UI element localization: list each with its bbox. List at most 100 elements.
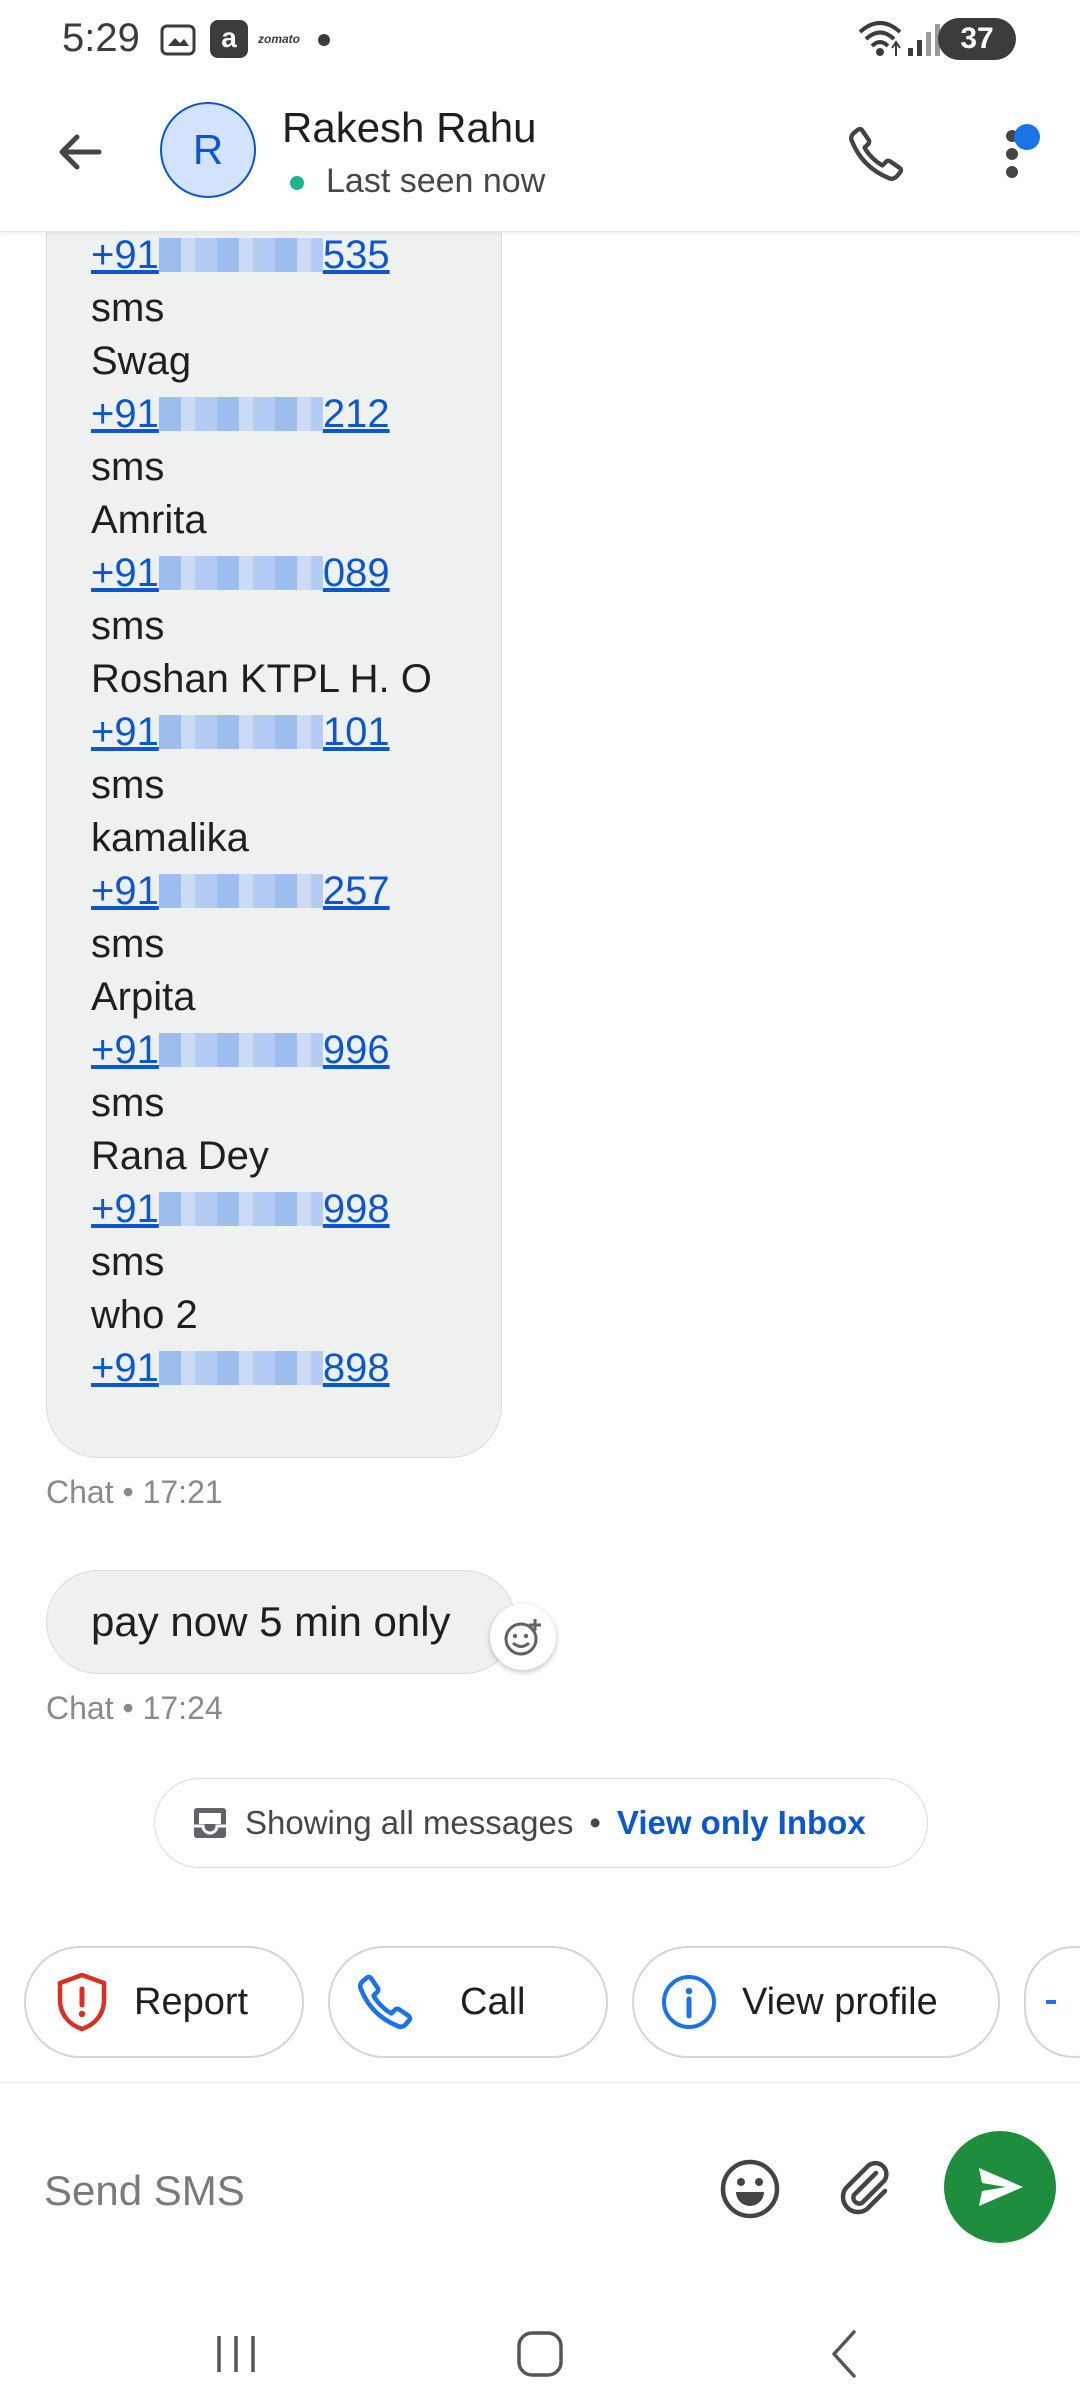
- nav-back-icon: [832, 2330, 856, 2378]
- app-a-notif-icon: a: [210, 20, 248, 58]
- message-filter-banner: Showing all messages • View only Inbox: [154, 1778, 928, 1868]
- message-text-line: sms: [91, 1240, 165, 1284]
- emoji-icon: [720, 2159, 780, 2219]
- send-icon: [979, 2168, 1023, 2206]
- more-options-button[interactable]: [990, 118, 1040, 190]
- phone-prefix: +91: [91, 1028, 159, 1072]
- notification-badge: [1014, 124, 1040, 150]
- conversation-header: R Rakesh Rahu Last seen now: [0, 80, 1080, 232]
- phone-suffix: 535: [322, 233, 390, 277]
- back-button[interactable]: [48, 120, 112, 184]
- last-seen-status: Last seen now: [326, 162, 546, 200]
- message-text-line: Arpita: [91, 975, 196, 1019]
- phone-prefix: +91: [91, 1346, 159, 1390]
- avatar[interactable]: R: [160, 102, 256, 198]
- home-icon: [517, 2331, 563, 2377]
- phone-number-link[interactable]: +91 898: [91, 1342, 501, 1395]
- wifi-icon: [858, 21, 902, 56]
- sms-input[interactable]: [44, 2161, 664, 2221]
- status-time: 5:29: [62, 16, 140, 60]
- view-only-inbox-link[interactable]: View only Inbox: [617, 1804, 866, 1842]
- recent-apps-icon: [217, 2336, 255, 2372]
- phone-prefix: +91: [91, 710, 159, 754]
- phone-suffix: 089: [322, 551, 390, 595]
- short-message-bubble[interactable]: pay now 5 min only: [46, 1570, 516, 1674]
- phone-prefix: +91: [91, 1187, 159, 1231]
- phone-number-link[interactable]: +91 089: [91, 547, 501, 600]
- online-status-dot: [290, 176, 304, 190]
- phone-number-link[interactable]: +91 996: [91, 1024, 501, 1077]
- phone-prefix: +91: [91, 233, 159, 277]
- message-text-line: Rana Dey: [91, 1134, 269, 1178]
- redacted-digits: [158, 238, 323, 272]
- message-composer: [0, 2082, 1080, 2304]
- inbox-icon: [194, 1808, 226, 1838]
- report-chip[interactable]: Report: [24, 1946, 304, 2058]
- more-chip[interactable]: [1024, 1946, 1080, 2058]
- arrow-back-icon: [59, 134, 102, 170]
- send-button[interactable]: [944, 2131, 1056, 2243]
- message-meta: Chat • 17:24: [46, 1690, 223, 1726]
- home-button[interactable]: [490, 2314, 590, 2394]
- phone-prefix: +91: [91, 551, 159, 595]
- redacted-digits: [158, 1033, 323, 1067]
- message-text-line: sms: [91, 445, 165, 489]
- more-notifications-dot: [318, 34, 330, 46]
- phone-suffix: 101: [322, 710, 390, 754]
- call-button[interactable]: [840, 118, 912, 190]
- message-text-line: Roshan KTPL H. O: [91, 657, 432, 701]
- paperclip-icon: [840, 2160, 889, 2215]
- redacted-digits: [158, 556, 323, 590]
- emoji-button[interactable]: [714, 2153, 786, 2225]
- add-reaction-button[interactable]: [490, 1604, 556, 1670]
- redacted-digits: [158, 397, 323, 431]
- phone-suffix: 257: [322, 869, 390, 913]
- message-meta: Chat • 17:21: [46, 1474, 223, 1510]
- message-lines: Zain Da+91535smsSwag+91212smsAmrita+9108…: [91, 176, 501, 1395]
- phone-prefix: +91: [91, 392, 159, 436]
- short-message-text: pay now 5 min only: [91, 1598, 451, 1645]
- zomato-notif-label: zomato: [258, 32, 300, 46]
- contact-name[interactable]: Rakesh Rahu: [282, 104, 536, 152]
- phone-suffix: 898: [322, 1346, 390, 1390]
- phone-icon: [357, 1974, 413, 2030]
- phone-number-link[interactable]: +91 101: [91, 706, 501, 759]
- more-chip-icon: [1046, 2000, 1056, 2004]
- message-text-line: who 2: [91, 1293, 198, 1337]
- system-navigation-bar: [0, 2304, 1080, 2400]
- message-text-line: sms: [91, 922, 165, 966]
- message-text-line: sms: [91, 1081, 165, 1125]
- view-profile-chip-label: View profile: [742, 1980, 938, 2023]
- redacted-digits: [158, 715, 323, 749]
- filter-status-text: Showing all messages: [245, 1804, 574, 1841]
- screenshot-notif-icon: [160, 24, 196, 56]
- message-text-line: kamalika: [91, 816, 249, 860]
- phone-number-link[interactable]: +91 257: [91, 865, 501, 918]
- redacted-digits: [158, 1351, 323, 1385]
- report-chip-label: Report: [134, 1980, 249, 2023]
- redacted-digits: [158, 1192, 323, 1226]
- phone-prefix: +91: [91, 869, 159, 913]
- phone-suffix: 996: [322, 1028, 390, 1072]
- filter-separator: •: [589, 1804, 601, 1841]
- message-text-line: Amrita: [91, 498, 207, 542]
- attach-button[interactable]: [830, 2153, 902, 2225]
- phone-number-link[interactable]: +91 212: [91, 388, 501, 441]
- view-profile-chip[interactable]: View profile: [632, 1946, 1000, 2058]
- list-message-bubble[interactable]: Zain Da+91535smsSwag+91212smsAmrita+9108…: [46, 160, 502, 1458]
- recent-apps-button[interactable]: [186, 2314, 286, 2394]
- signal-icon: [908, 24, 940, 56]
- message-text-line: Swag: [91, 339, 192, 383]
- phone-suffix: 998: [322, 1187, 390, 1231]
- battery-indicator: 37: [938, 18, 1016, 60]
- nav-back-button[interactable]: [794, 2314, 894, 2394]
- more-options-icon-dot: [1006, 166, 1018, 178]
- message-text-line: sms: [91, 604, 165, 648]
- phone-number-link[interactable]: +91 998: [91, 1183, 501, 1236]
- phone-suffix: 212: [322, 392, 390, 436]
- add-reaction-icon: [504, 1619, 541, 1656]
- message-text-line: sms: [91, 286, 165, 330]
- call-chip[interactable]: Call: [328, 1946, 608, 2058]
- info-icon: [662, 1975, 716, 2029]
- phone-number-link[interactable]: +91 535: [91, 229, 501, 282]
